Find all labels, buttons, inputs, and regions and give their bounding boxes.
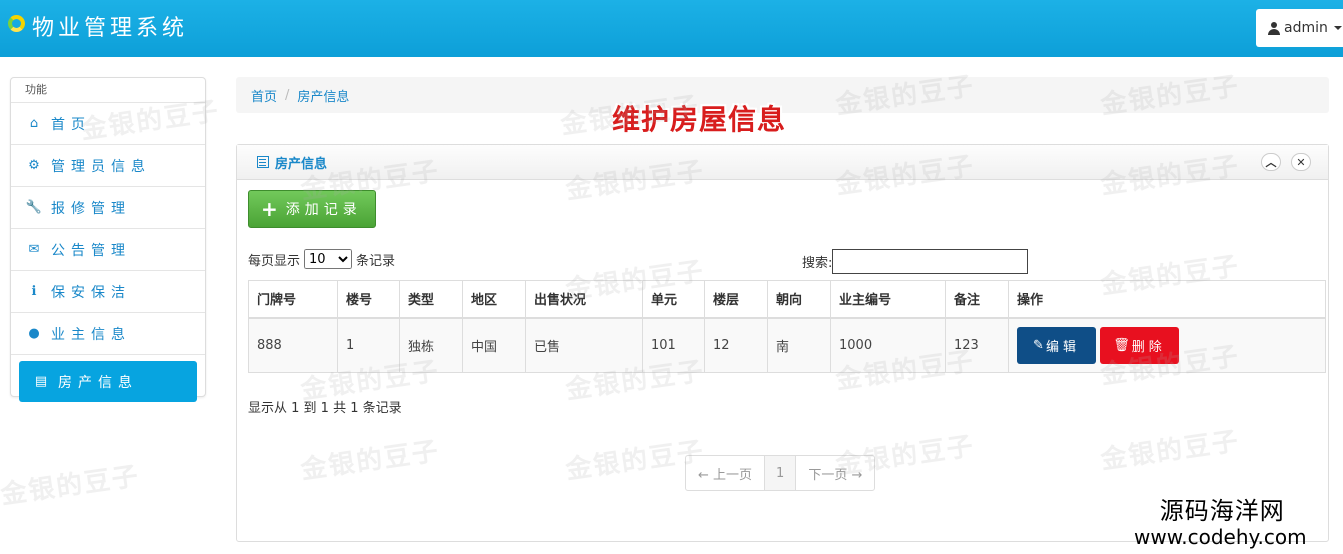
column-header[interactable]: 业主编号 <box>830 280 946 319</box>
edit-label: 编辑 <box>1045 339 1080 355</box>
actions-cell: ✎ 编辑 🗑 删除 <box>1008 317 1326 373</box>
column-header: 操作 <box>1008 280 1326 319</box>
edit-icon: ✎ <box>1033 337 1044 353</box>
sidebar-item-notice[interactable]: ✉ 公告管理 <box>11 229 205 271</box>
table-cell: 中国 <box>462 317 526 373</box>
add-record-button[interactable]: + 添加记录 <box>248 190 376 228</box>
next-page-button[interactable]: 下一页 → <box>796 456 874 490</box>
table-cell: 1000 <box>830 317 946 373</box>
table-cell: 已售 <box>525 317 643 373</box>
search-control: 搜索: <box>802 249 1029 274</box>
column-header[interactable]: 朝向 <box>767 280 831 319</box>
user-menu-button[interactable]: admin <box>1256 9 1343 47</box>
table-cell: 独栋 <box>399 317 463 373</box>
table-info: 显示从 1 到 1 共 1 条记录 <box>248 401 402 416</box>
length-suffix: 条记录 <box>356 253 396 269</box>
breadcrumb-home-link[interactable]: 首页 <box>251 86 277 105</box>
column-header[interactable]: 单元 <box>642 280 705 319</box>
sidebar: 功能 ⌂ 首页 ⚙ 管理员信息 🔧 报修管理 ✉ 公告管理 ℹ 保安保洁 ● 业… <box>10 77 206 402</box>
watermark: 金银的豆子 <box>0 461 142 511</box>
column-header[interactable]: 地区 <box>462 280 526 319</box>
column-header[interactable]: 类型 <box>399 280 463 319</box>
caret-down-icon <box>1333 26 1342 30</box>
delete-button[interactable]: 🗑 删除 <box>1100 326 1179 364</box>
user-name: admin <box>1284 20 1328 36</box>
sidebar-item-repair[interactable]: 🔧 报修管理 <box>11 187 205 229</box>
wrench-icon: 🔧 <box>25 200 43 215</box>
trash-icon: 🗑 <box>1113 337 1130 353</box>
sidebar-item-property[interactable]: ▤ 房产信息 <box>19 361 197 402</box>
search-input[interactable] <box>832 249 1029 274</box>
sidebar-item-label: 房产信息 <box>58 374 138 391</box>
column-header[interactable]: 门牌号 <box>248 280 338 319</box>
sidebar-item-security[interactable]: ℹ 保安保洁 <box>11 271 205 313</box>
table-cell: 12 <box>704 317 768 373</box>
panel-header: 房产信息 <box>237 145 1328 180</box>
list-icon: ▤ <box>34 374 48 389</box>
sidebar-item-home[interactable]: ⌂ 首页 <box>11 103 205 145</box>
column-header[interactable]: 出售状况 <box>525 280 643 319</box>
list-icon <box>257 156 269 168</box>
home-icon: ⌂ <box>29 116 39 131</box>
table-header-row: 门牌号 楼号 类型 地区 出售状况 单元 楼层 朝向 业主编号 备注 操作 <box>248 280 1326 319</box>
table-cell: 123 <box>945 317 1009 373</box>
info-icon: ℹ <box>31 284 37 299</box>
table-cell: 101 <box>642 317 705 373</box>
app-title: 物业管理系统 <box>32 16 189 41</box>
column-header[interactable]: 楼层 <box>704 280 768 319</box>
logo-icon <box>8 15 25 32</box>
sidebar-item-label: 首页 <box>51 116 91 133</box>
column-header[interactable]: 楼号 <box>337 280 400 319</box>
annotation-title: 维护房屋信息 <box>612 103 787 136</box>
length-prefix: 每页显示 <box>248 253 301 269</box>
edit-button[interactable]: ✎ 编辑 <box>1017 326 1096 364</box>
page-length-select[interactable]: 10 <box>304 249 353 269</box>
column-header[interactable]: 备注 <box>945 280 1009 319</box>
sidebar-item-label: 公告管理 <box>51 242 131 259</box>
prev-page-button[interactable]: ← 上一页 <box>686 456 764 490</box>
sidebar-item-owner[interactable]: ● 业主信息 <box>11 313 205 355</box>
page-length-control: 每页显示 10 条记录 <box>248 249 395 269</box>
table-cell: 1 <box>337 317 400 373</box>
close-button[interactable]: ✕ <box>1291 153 1311 171</box>
pagination: ← 上一页 1 下一页 → <box>685 455 876 491</box>
search-label: 搜索: <box>802 256 833 271</box>
sidebar-item-label: 保安保洁 <box>51 284 131 301</box>
property-panel: 房产信息 ︿ ✕ + 添加记录 每页显示 10 条记录 搜索: 门牌号 楼号 类… <box>236 144 1329 542</box>
add-record-label: 添加记录 <box>285 202 362 218</box>
sidebar-item-label: 报修管理 <box>51 200 131 217</box>
breadcrumb-separator: / <box>285 87 290 103</box>
gear-icon: ⚙ <box>28 158 40 173</box>
delete-label: 删除 <box>1131 339 1166 355</box>
table-cell: 南 <box>767 317 831 373</box>
table-cell: 888 <box>248 317 338 373</box>
property-table: 门牌号 楼号 类型 地区 出售状况 单元 楼层 朝向 业主编号 备注 操作 88… <box>248 280 1326 373</box>
top-bar: 物业管理系统 admin <box>0 0 1343 57</box>
panel-title: 房产信息 <box>275 156 328 172</box>
collapse-button[interactable]: ︿ <box>1261 153 1281 171</box>
user-icon: ● <box>28 326 40 341</box>
site-stamp: 源码海洋网 www.codehy.com <box>1134 497 1307 549</box>
stamp-line1: 源码海洋网 <box>1159 497 1285 525</box>
page-number-button[interactable]: 1 <box>764 456 797 490</box>
plus-icon: + <box>261 197 278 221</box>
sidebar-item-label: 管理员信息 <box>51 158 151 175</box>
envelope-icon: ✉ <box>28 242 40 257</box>
stamp-line2: www.codehy.com <box>1134 525 1307 549</box>
user-icon <box>1268 21 1280 35</box>
breadcrumb-current[interactable]: 房产信息 <box>297 86 349 105</box>
sidebar-item-admin[interactable]: ⚙ 管理员信息 <box>11 145 205 187</box>
sidebar-heading: 功能 <box>11 78 205 103</box>
sidebar-item-label: 业主信息 <box>51 326 131 343</box>
table-row: 888 1 独栋 中国 已售 101 12 南 1000 123 ✎ 编辑 🗑 … <box>248 317 1326 373</box>
